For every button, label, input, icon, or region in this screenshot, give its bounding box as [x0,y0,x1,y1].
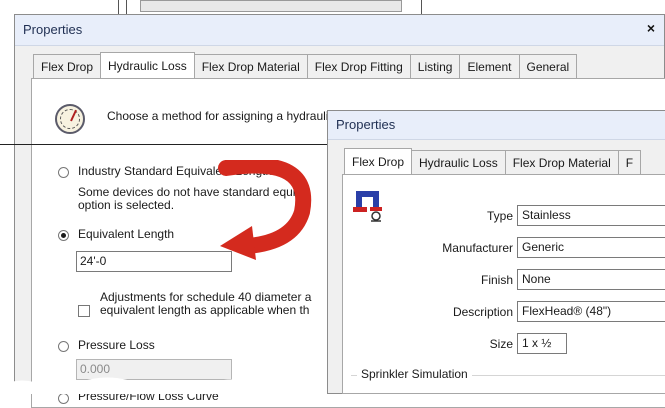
window-titlebar[interactable]: Properties × [15,15,664,46]
background-divider [126,0,127,14]
tab-flex-drop-material[interactable]: Flex Drop Material [193,54,308,79]
description-field[interactable]: FlexHead® (48") [517,301,665,322]
flex-drop-panel: Type Stainless Manufacturer Generic Fini… [342,174,665,394]
equivalent-length-radio[interactable] [58,230,69,241]
tab-listing[interactable]: Listing [409,54,461,79]
tab-flex-drop-material-front[interactable]: Flex Drop Material [504,150,619,175]
window-titlebar-front[interactable]: Properties [328,111,665,140]
pressure-gauge-icon [55,104,85,134]
background-grid [140,0,402,12]
tab-strip: Flex Drop Hydraulic Loss Flex Drop Mater… [33,52,578,80]
manufacturer-field[interactable]: Generic [517,237,665,258]
sprinkler-simulation-group-title: Sprinkler Simulation [357,367,472,381]
finish-label: Finish [480,273,513,287]
schedule-adjust-checkbox[interactable] [78,305,90,317]
properties-window-front[interactable]: Properties Flex Drop Hydraulic Loss Flex… [327,110,665,394]
tab-flex-drop[interactable]: Flex Drop [33,54,102,79]
tab-element[interactable]: Element [459,54,520,79]
size-label: Size [489,337,513,351]
background-divider [118,0,119,14]
type-field[interactable]: Stainless [517,205,665,226]
pressure-loss-radio[interactable] [58,341,69,352]
tab-flex-drop-front[interactable]: Flex Drop [344,148,413,176]
red-curved-arrow-icon [218,160,312,260]
flow-loss-curve-radio[interactable] [58,393,69,404]
tab-partial-front[interactable]: F [617,150,642,175]
equivalent-length-input[interactable]: 24'-0 [76,251,232,272]
tab-general[interactable]: General [518,54,578,79]
manufacturer-label: Manufacturer [442,241,513,255]
torn-edge [0,377,330,394]
tab-flex-drop-fitting[interactable]: Flex Drop Fitting [306,54,411,79]
type-label: Type [486,209,513,223]
window-title: Properties [23,22,83,37]
close-icon[interactable]: × [642,19,660,37]
tab-strip-front: Flex Drop Hydraulic Loss Flex Drop Mater… [344,148,642,176]
background-left-panel [0,14,15,164]
pressure-loss-label[interactable]: Pressure Loss [78,338,155,352]
background-divider [421,0,422,14]
sprinkler-icon [353,191,382,222]
description-label: Description [452,305,513,319]
industry-note-line2: option is selected. [78,198,175,212]
background-app-strip [0,0,665,14]
overlay-divider-line [0,144,330,145]
adjust-text-line2: equivalent length as applicable when th [100,303,310,317]
size-field[interactable]: 1 x ½ [517,333,567,354]
equivalent-length-label[interactable]: Equivalent Length [78,227,174,241]
tab-hydraulic-loss-front[interactable]: Hydraulic Loss [411,150,506,175]
industry-standard-radio[interactable] [58,167,69,178]
tab-hydraulic-loss[interactable]: Hydraulic Loss [100,52,195,80]
window-title-front: Properties [336,117,396,132]
finish-field[interactable]: None [517,269,665,290]
